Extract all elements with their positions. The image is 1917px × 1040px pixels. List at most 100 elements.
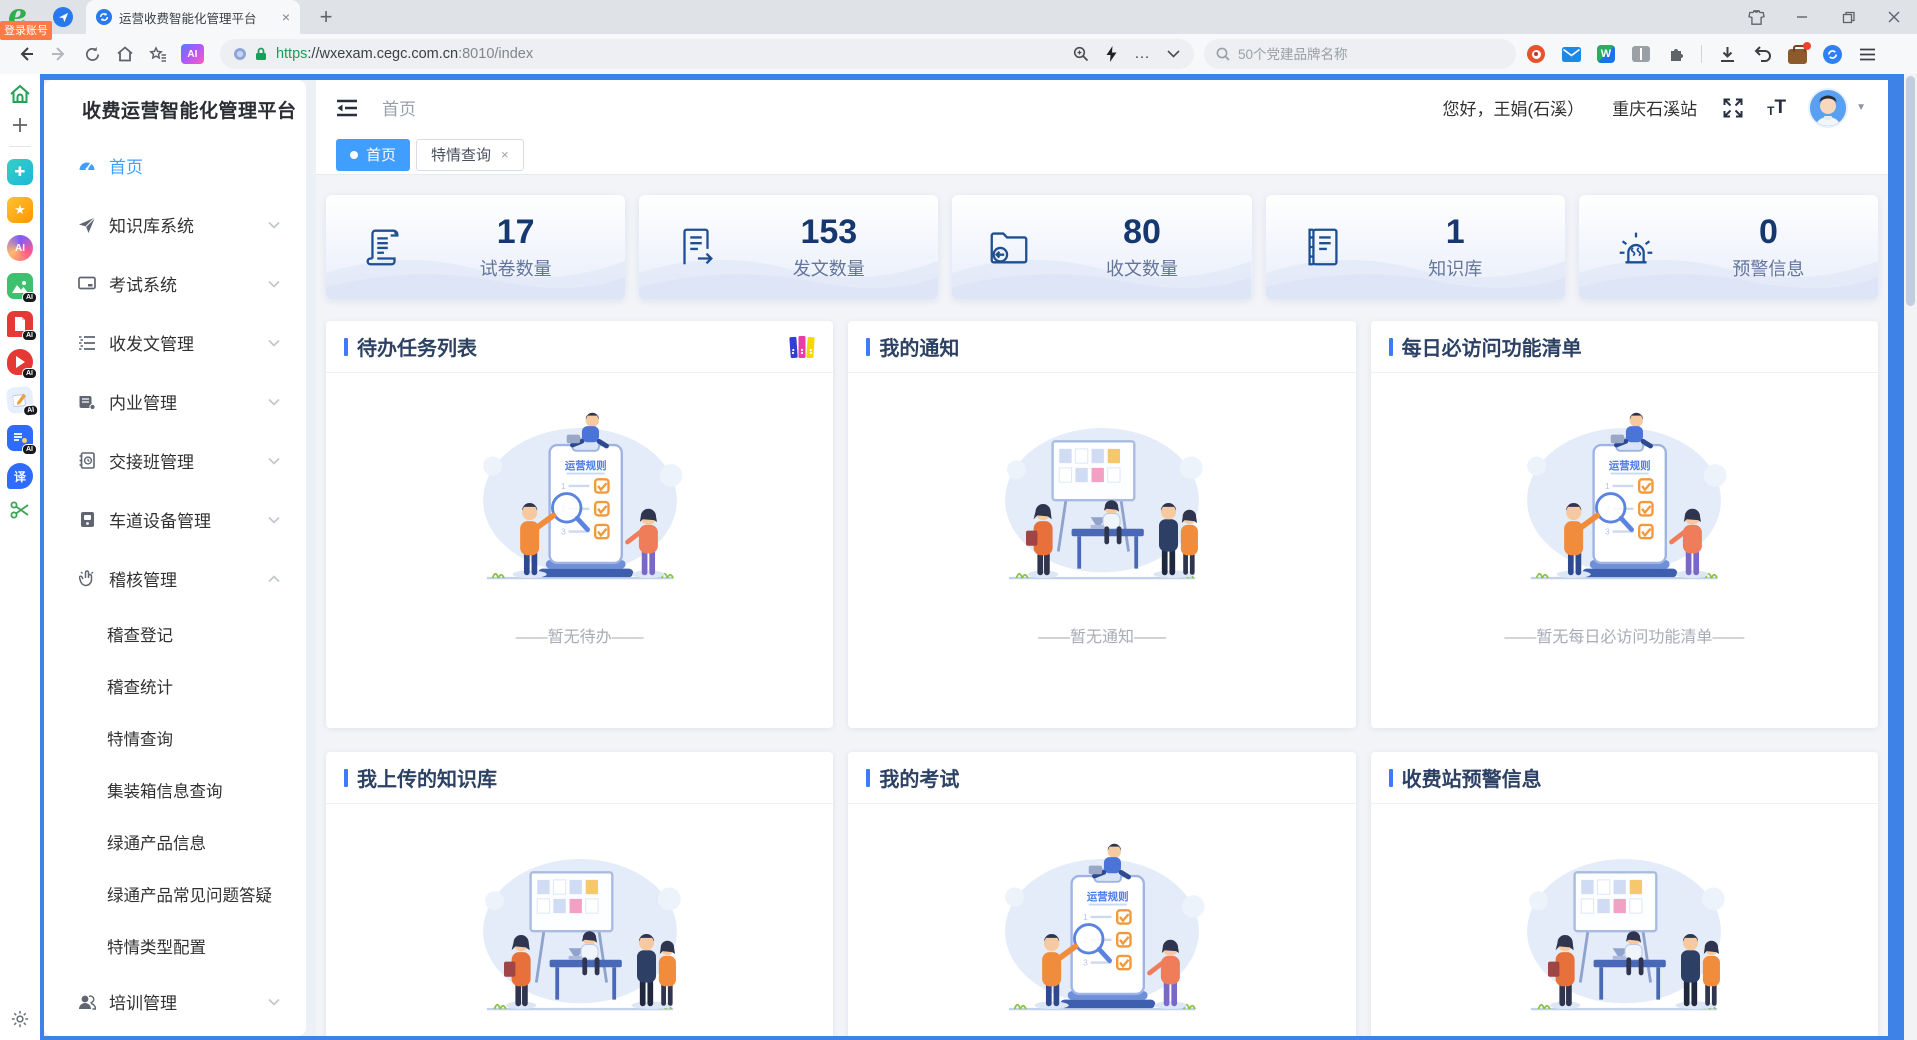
stat-card-outgoing-docs[interactable]: 153 发文数量 [639, 195, 938, 299]
sidebar-item-lane-equipment[interactable]: 车道设备管理 [44, 490, 306, 549]
stat-card-alerts[interactable]: 0 预警信息 [1579, 195, 1878, 299]
avatar-caret-icon[interactable]: ▼ [1856, 102, 1866, 113]
title-accent-bar [866, 338, 870, 356]
sidebar-subitem-special-case-query[interactable]: 特情查询 [44, 712, 306, 764]
collapse-sidebar-icon[interactable] [336, 99, 358, 117]
dashboard-icon [77, 157, 97, 175]
screenshot-scissors-icon[interactable] [10, 501, 30, 519]
favorites-app-icon[interactable]: ★ [7, 197, 33, 223]
search-input[interactable] [1238, 47, 1504, 62]
forward-icon[interactable] [46, 40, 73, 68]
downloads-icon[interactable] [1717, 44, 1737, 64]
empty-state-illustration [1474, 840, 1774, 1030]
search-box[interactable] [1204, 39, 1516, 69]
rail-add-icon[interactable] [11, 116, 29, 134]
flash-icon[interactable] [1105, 46, 1118, 62]
empty-state-illustration [952, 840, 1252, 1030]
address-chevron-icon[interactable] [1167, 50, 1180, 58]
view-tab-special-case-query[interactable]: 特情查询 × [416, 139, 524, 171]
docs-w-icon[interactable]: W [1597, 45, 1615, 63]
reading-list-icon[interactable] [1632, 46, 1650, 62]
history-undo-icon[interactable] [1752, 44, 1772, 64]
shift-log-icon [77, 452, 97, 469]
ai-video-icon[interactable]: AI [7, 349, 33, 375]
minimize-button[interactable] [1779, 0, 1825, 34]
health-app-icon[interactable]: ✚ [7, 159, 33, 185]
sidebar-subitem-green-product-faq[interactable]: 绿通产品常见问题答疑 [44, 868, 306, 920]
panel-title: 每日必访问功能清单 [1402, 332, 1582, 361]
active-dot [350, 151, 358, 159]
sidebar-item-document-management[interactable]: 收发文管理 [44, 313, 306, 372]
panel-my-notifications: 我的通知 ——暂无通知—— [848, 321, 1355, 728]
ai-pdf-icon[interactable]: AI [7, 311, 33, 337]
settings-gear-icon[interactable] [11, 1010, 29, 1028]
address-bar[interactable]: https://wxexam.cegc.com.cn:8010/index … [220, 39, 1194, 69]
browser-tab[interactable]: 运营收费智能化管理平台 × [86, 0, 300, 34]
ai-assistant-icon[interactable]: AI [181, 44, 204, 64]
site-info-icon[interactable] [234, 48, 246, 60]
rail-home-icon[interactable] [9, 84, 31, 104]
sync-icon[interactable] [1823, 45, 1842, 64]
browser-profile-icon[interactable] [53, 7, 73, 27]
zoom-page-icon[interactable] [1073, 46, 1089, 62]
ai-doc-icon[interactable]: AI [7, 425, 33, 451]
ai-hub-icon[interactable]: AI [7, 235, 33, 261]
translate-icon[interactable]: 译 [7, 463, 33, 489]
stat-card-exams[interactable]: 17 试卷数量 [326, 195, 625, 299]
scroll-paper-icon [360, 224, 406, 270]
sidebar-subitem-green-product-info[interactable]: 绿通产品信息 [44, 816, 306, 868]
sidebar-subitem-container-info-query[interactable]: 集装箱信息查询 [44, 764, 306, 816]
sidebar-item-exam-system[interactable]: 考试系统 [44, 254, 306, 313]
home-icon[interactable] [112, 40, 139, 68]
mail-icon[interactable] [1561, 44, 1581, 64]
new-tab-button[interactable]: + [312, 3, 340, 31]
breadcrumb[interactable]: 首页 [382, 95, 416, 120]
stat-label: 预警信息 [1732, 255, 1804, 281]
tab-close-icon[interactable]: × [282, 10, 290, 24]
font-size-icon[interactable]: TT [1767, 98, 1786, 117]
fullscreen-icon[interactable] [1723, 98, 1743, 118]
sidebar-subitem-special-type-config[interactable]: 特情类型配置 [44, 920, 306, 972]
extensions-puzzle-icon[interactable] [1666, 44, 1686, 64]
stat-card-incoming-docs[interactable]: 80 收文数量 [952, 195, 1251, 299]
favorites-icon[interactable] [145, 40, 172, 68]
binders-icon[interactable] [789, 335, 815, 359]
outgoing-document-icon [673, 224, 719, 270]
ai-badge: AI [23, 404, 39, 417]
monitor-icon [77, 276, 97, 292]
login-account-tooltip[interactable]: 登录账号 [0, 21, 52, 40]
empty-state-illustration [952, 409, 1252, 599]
sidebar-item-shift-management[interactable]: 交接班管理 [44, 431, 306, 490]
panel-title: 收费站预警信息 [1402, 763, 1542, 792]
close-button[interactable] [1871, 0, 1917, 34]
weibo-icon[interactable] [1527, 45, 1545, 63]
stat-card-knowledge-base[interactable]: 1 知识库 [1266, 195, 1565, 299]
ai-badge: AI [22, 330, 37, 341]
avatar[interactable] [1808, 88, 1848, 128]
ai-image-icon[interactable]: AI [7, 273, 33, 299]
more-tools-icon[interactable]: … [1134, 45, 1151, 63]
sidebar-item-audit-management[interactable]: 稽核管理 [44, 549, 306, 608]
sidebar-subitem-audit-statistics[interactable]: 稽查统计 [44, 660, 306, 712]
panel-title: 我的通知 [879, 332, 959, 361]
theme-tshirt-icon[interactable] [1733, 0, 1779, 34]
sidebar-item-training-management[interactable]: 培训管理 [44, 972, 306, 1031]
ai-note-icon[interactable]: AI [6, 386, 35, 415]
empty-state-text: ——暂无通知—— [1038, 623, 1166, 647]
sidebar-subitem-audit-register[interactable]: 稽查登记 [44, 608, 306, 660]
sidebar-item-home[interactable]: 首页 [44, 136, 306, 195]
sidebar-item-knowledge-system[interactable]: 知识库系统 [44, 195, 306, 254]
scrollbar-thumb[interactable] [1906, 76, 1915, 306]
chevron-down-icon [268, 339, 280, 347]
tab-close-icon[interactable]: × [501, 147, 509, 162]
workspace-briefcase-icon[interactable] [1788, 49, 1807, 64]
sidebar-item-internal-management[interactable]: 内业管理 [44, 372, 306, 431]
restore-button[interactable] [1825, 0, 1871, 34]
app-header: 首页 您好，王娟(石溪） 重庆石溪站 TT ▼ [316, 80, 1888, 135]
reload-icon[interactable] [79, 40, 106, 68]
panel-my-knowledge-uploads: 我上传的知识库 [326, 752, 833, 1036]
back-icon[interactable] [13, 40, 40, 68]
view-tab-home[interactable]: 首页 [336, 139, 410, 171]
menu-icon[interactable] [1857, 44, 1877, 64]
page-scrollbar[interactable] [1904, 74, 1917, 1040]
